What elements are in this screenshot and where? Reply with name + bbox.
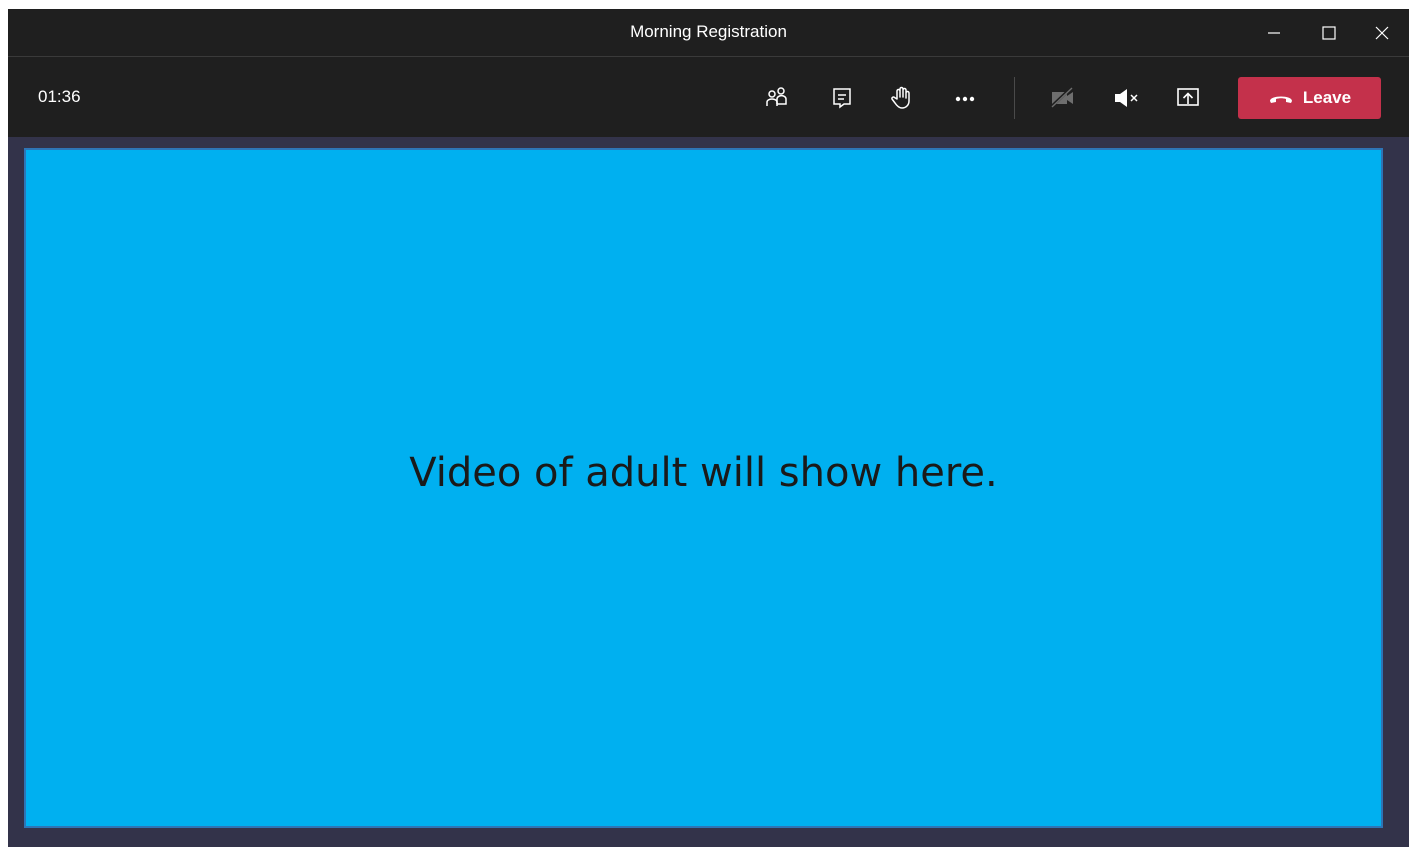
video-stage: Video of adult will show here. — [24, 148, 1383, 828]
call-timer: 01:36 — [38, 87, 81, 106]
raise-hand-button[interactable] — [886, 81, 920, 115]
more-options-button[interactable] — [948, 81, 982, 115]
chat-icon — [833, 88, 851, 109]
maximize-icon — [1322, 25, 1336, 40]
close-icon — [1375, 26, 1389, 39]
participants-button[interactable] — [760, 81, 794, 115]
close-button[interactable] — [1359, 9, 1405, 56]
share-screen-button[interactable] — [1171, 81, 1205, 115]
camera-off-icon — [1049, 86, 1073, 109]
maximize-button[interactable] — [1306, 9, 1352, 56]
camera-toggle-button[interactable] — [1046, 81, 1080, 115]
meeting-window: Morning Registration 01:36 Leave Video o… — [8, 9, 1409, 847]
minimize-icon — [1268, 31, 1280, 34]
share-screen-icon — [1177, 88, 1199, 106]
more-options-icon — [955, 96, 975, 102]
leave-label: Leave — [1302, 88, 1352, 107]
toolbar-divider — [1014, 77, 1015, 119]
people-icon — [766, 87, 787, 106]
video-placeholder-text: Video of adult will show here. — [409, 450, 998, 496]
meeting-toolbar: 01:36 Leave — [8, 57, 1409, 137]
speaker-toggle-button[interactable] — [1110, 81, 1144, 115]
speaker-muted-icon — [1115, 89, 1138, 107]
title-bar: Morning Registration — [8, 9, 1409, 57]
chat-button[interactable] — [825, 81, 859, 115]
minimize-button[interactable] — [1251, 9, 1297, 56]
hang-up-icon — [1269, 96, 1292, 103]
raise-hand-icon — [891, 86, 910, 109]
leave-button[interactable]: Leave — [1238, 77, 1381, 119]
window-title: Morning Registration — [630, 22, 787, 41]
